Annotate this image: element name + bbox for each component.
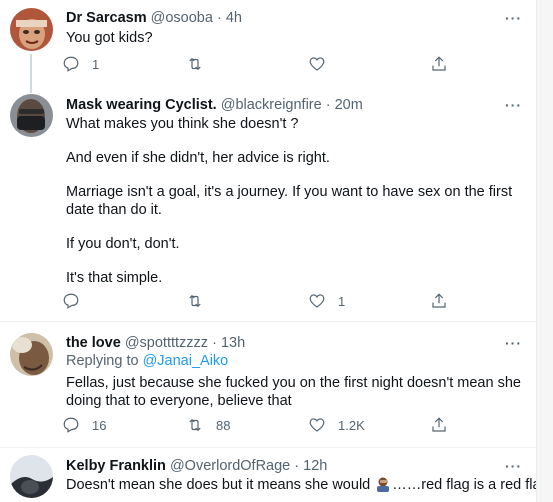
share-icon [432,417,446,432]
retweet-button[interactable] [186,55,216,73]
timestamp[interactable]: 12h [303,458,327,474]
scrollbar[interactable] [536,0,553,502]
tweet-text-line: ……red flag is a red flag [392,477,549,493]
timestamp[interactable]: 20m [335,97,363,113]
separator-dot: · [325,97,331,113]
timestamp[interactable]: 4h [226,10,242,26]
reply-icon [63,56,79,72]
reply-button[interactable]: 16 [62,416,106,434]
tweet-text-line: Fellas, just because she fucked you on t… [66,375,521,409]
avatar[interactable] [10,8,53,51]
heart-icon [309,294,325,308]
separator-dot: · [212,335,217,351]
avatar[interactable] [10,94,53,137]
reply-button[interactable]: 1 [62,55,99,73]
tweet-text-line: You got kids? [66,30,153,46]
display-name[interactable]: the love [66,335,121,351]
heart-icon [309,418,325,432]
tweet-text-line: What makes you think she doesn't ? [66,116,299,132]
retweet-button[interactable]: 88 [186,416,230,434]
tweet-text-line: If you don't, don't. [66,236,180,252]
tweet-text: You got kids? [66,29,526,47]
like-button[interactable]: 1 [308,292,345,310]
user-handle[interactable]: @spottttzzzz [125,335,208,351]
avatar[interactable] [10,333,53,376]
tweet-text-line: And even if she didn't, her advice is ri… [66,150,330,166]
tweet-actions: 1 [62,55,482,75]
man-facepalming-emoji [377,477,390,492]
reply-count: 1 [92,56,100,72]
display-name[interactable]: Mask wearing Cyclist. [66,97,217,113]
tweet-text: Replying to @Janai_Aiko Fellas, just bec… [66,352,526,410]
more-options-icon[interactable]: ··· [505,459,522,473]
share-button[interactable] [430,292,448,310]
tweet-header: Dr Sarcasm @osooba · 4h [66,9,242,27]
replying-to-mention[interactable]: @Janai_Aiko [143,353,229,369]
retweet-icon [189,57,201,71]
replying-to: Replying to @Janai_Aiko [66,352,526,370]
tweet-text: Doesn't mean she does but it means she w… [66,476,549,494]
tweet-header: Kelby Franklin @OverlordOfRage · 12h [66,457,327,475]
retweet-icon [189,418,201,432]
user-handle[interactable]: @OverlordOfRage [170,458,290,474]
replying-to-prefix: Replying to [66,353,143,369]
thread-line [30,83,32,93]
reply-count: 16 [92,417,107,433]
share-button[interactable] [430,416,448,434]
reply-button[interactable] [62,292,92,310]
like-button[interactable]: 1.2K [308,416,365,434]
tweet-text: What makes you think she doesn't ? And e… [66,115,526,303]
retweet-icon [189,294,201,308]
tweet-actions: 16 88 1.2K [62,416,482,436]
display-name[interactable]: Kelby Franklin [66,458,166,474]
tweet-the-love[interactable]: the love @spottttzzzz · 13h ··· Replying… [0,322,536,447]
like-button[interactable] [308,55,338,73]
tweet-dr-sarcasm[interactable]: Dr Sarcasm @osooba · 4h ··· You got kids… [0,0,536,84]
tweet-header: the love @spottttzzzz · 13h [66,334,245,352]
tweet-kelby-franklin[interactable]: Kelby Franklin @OverlordOfRage · 12h ···… [0,448,549,502]
avatar[interactable] [10,455,53,498]
tweet-text-line: It's that simple. [66,270,163,286]
like-count: 1 [338,293,346,309]
retweet-button[interactable] [186,292,216,310]
share-icon [432,293,446,308]
more-options-icon[interactable]: ··· [505,98,522,112]
user-handle[interactable]: @blackreignfire [221,97,322,113]
share-button[interactable] [430,55,448,73]
tweet-mask-wearing-cyclist[interactable]: Mask wearing Cyclist. @blackreignfire · … [0,83,536,321]
more-options-icon[interactable]: ··· [505,336,522,350]
heart-icon [309,57,325,71]
tweet-text-line: Marriage isn't a goal, it's a journey. I… [66,184,513,218]
tweet-header: Mask wearing Cyclist. @blackreignfire · … [66,96,363,114]
like-count: 1.2K [338,417,365,433]
reply-icon [63,417,79,433]
separator-dot: · [294,458,300,474]
retweet-count: 88 [216,417,231,433]
thread-line [30,54,32,84]
user-handle[interactable]: @osooba [151,10,213,26]
separator-dot: · [216,10,222,26]
reply-icon [63,293,79,309]
display-name[interactable]: Dr Sarcasm [66,10,147,26]
tweet-actions: 1 [62,292,482,312]
tweet-text-line: Doesn't mean she does but it means she w… [66,477,371,493]
share-icon [432,56,446,71]
timestamp[interactable]: 13h [221,335,245,351]
more-options-icon[interactable]: ··· [505,11,522,25]
